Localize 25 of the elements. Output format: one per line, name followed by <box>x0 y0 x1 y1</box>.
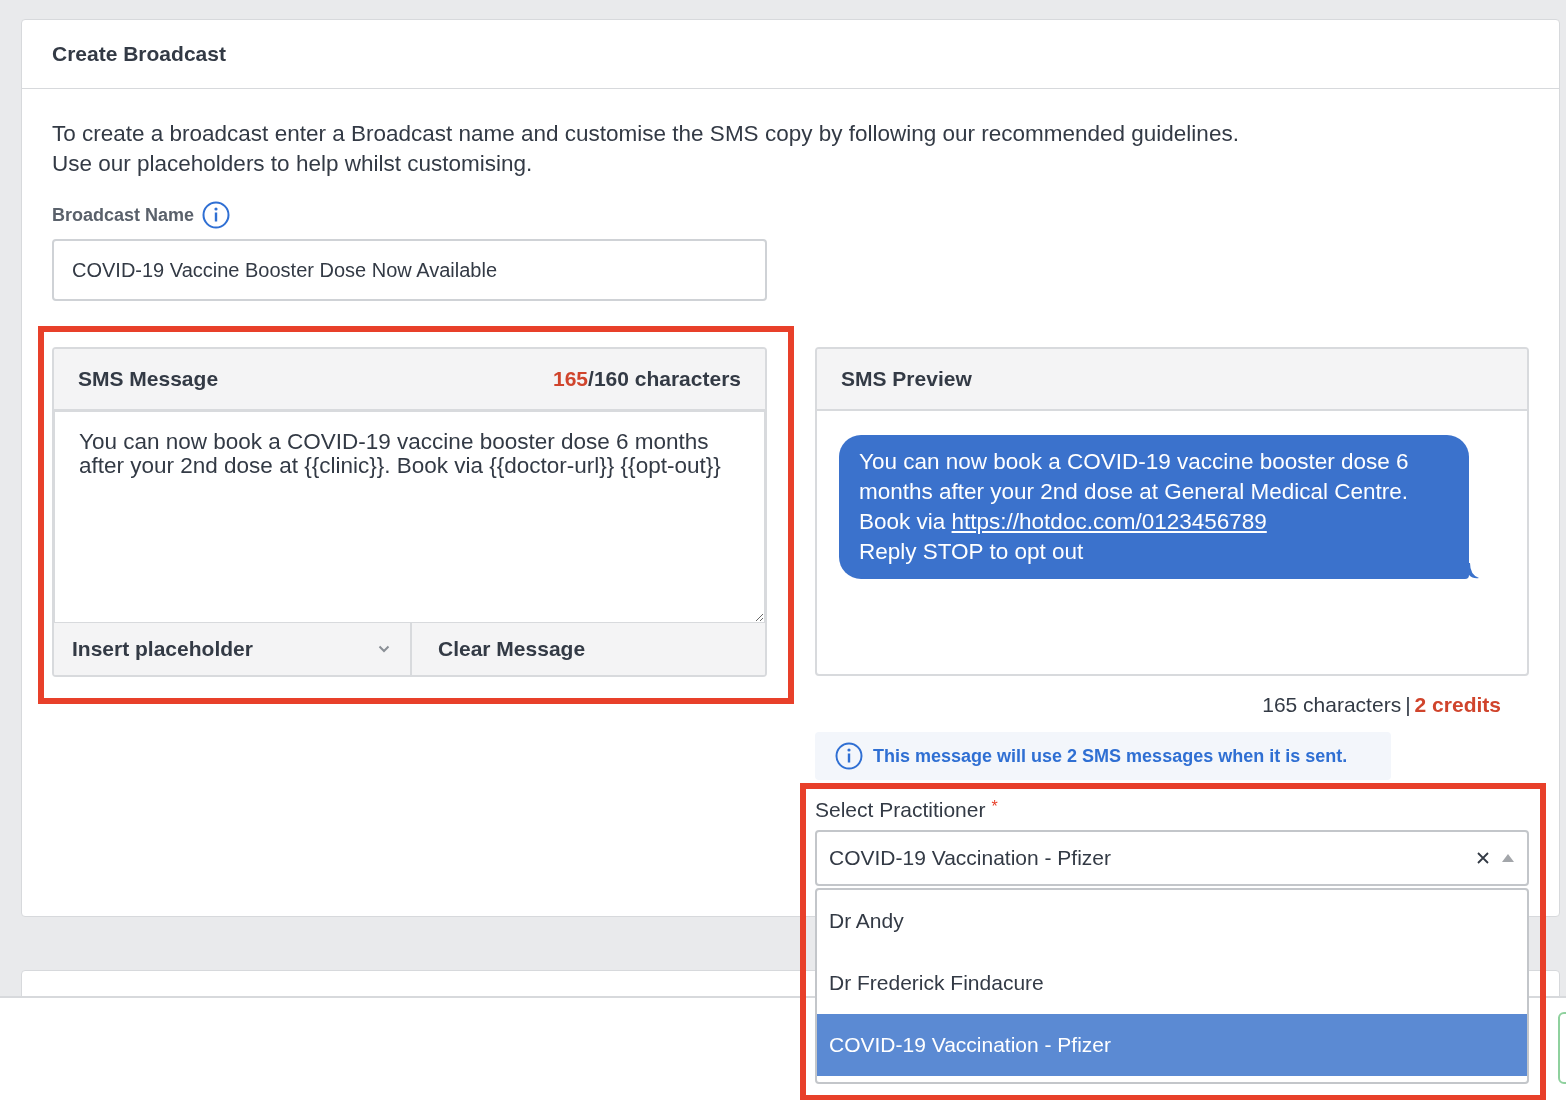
field-label: Select Practitioner <box>815 798 986 822</box>
intro-text: To create a broadcast enter a Broadcast name and customise the SMS copy by following our recommended guidelines. <box>52 120 1240 148</box>
dropdown-option[interactable]: Dr Frederick Findacure <box>817 952 1527 1014</box>
practitioner-select[interactable]: COVID-19 Vaccination - Pfizer <box>815 830 1529 886</box>
character-counter: 165/160 characters <box>553 367 741 391</box>
caret-icon[interactable] <box>1501 853 1515 863</box>
message-text: You can now book a COVID-19 vaccine booster dose 6 months after your 2nd dose at General Medical Centre. Book via https://hotdoc.com/0123456789 Reply STOP to opt out <box>859 448 1410 566</box>
card-title: Create Broadcast <box>52 42 226 66</box>
caret-icon[interactable] <box>378 645 390 653</box>
message-field[interactable]: You can now book a COVID-19 vaccine booster dose 6 months after your 2nd dose at {{clinic}}. Book via {{doctor-url}} {{opt-out}} <box>54 411 765 623</box>
character-count: 165 characters <box>1262 693 1402 716</box>
message-link[interactable]: https://hotdoc.com/0123456789 <box>951 509 1267 534</box>
panel-title: SMS Message <box>78 367 219 391</box>
info-icon <box>835 742 863 770</box>
required-mark: * <box>991 798 998 816</box>
broadcast-name-field[interactable]: COVID-19 Vaccine Booster Dose Now Available <box>52 239 767 301</box>
intro-text: Use our placeholders to help whilst customising. <box>52 150 534 178</box>
close-icon[interactable] <box>1477 852 1489 864</box>
field-label: Broadcast Name <box>52 204 195 226</box>
info-icon[interactable] <box>202 201 231 229</box>
separator: | <box>1405 693 1411 716</box>
panel-title: SMS Preview <box>841 367 972 391</box>
credits-count: 2 credits <box>1414 693 1501 716</box>
notice-text: This message will use 2 SMS messages when it is sent. <box>873 745 1348 767</box>
dropdown-option[interactable]: Dr Andy <box>817 890 1527 952</box>
